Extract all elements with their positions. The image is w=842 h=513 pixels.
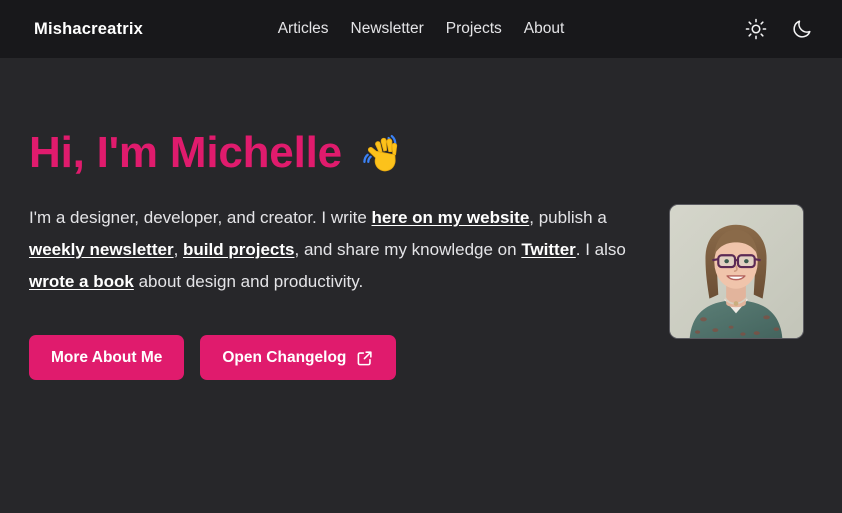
page-main: Hi, I'm Michelle I'm a designer, develop…	[0, 128, 842, 381]
intro-text-2: , publish a	[529, 208, 607, 228]
intro-text-5: . I also	[575, 240, 626, 260]
theme-toggle-group	[744, 17, 814, 41]
sun-icon	[745, 18, 767, 40]
hero-row: I'm a designer, developer, and creator. …	[29, 202, 814, 381]
avatar	[669, 204, 804, 340]
link-here-on-my-website[interactable]: here on my website	[372, 208, 530, 227]
nav-link-articles[interactable]: Articles	[278, 20, 329, 38]
nav-link-newsletter[interactable]: Newsletter	[351, 20, 424, 38]
page-title: Hi, I'm Michelle	[29, 128, 814, 177]
hero-actions: More About Me Open Changelog	[29, 335, 629, 381]
more-about-me-label: More About Me	[51, 348, 163, 366]
more-about-me-button[interactable]: More About Me	[29, 335, 185, 381]
site-logo[interactable]: Mishacreatrix	[34, 20, 143, 39]
hero-copy: I'm a designer, developer, and creator. …	[29, 202, 629, 381]
nav-link-projects[interactable]: Projects	[446, 20, 502, 38]
dark-mode-toggle[interactable]	[790, 17, 814, 41]
intro-text-4: , and share my knowledge on	[294, 240, 522, 260]
external-link-icon	[356, 349, 374, 367]
intro-text-6: about design and productivity.	[133, 272, 364, 292]
open-changelog-label: Open Changelog	[222, 348, 347, 366]
nav-link-about[interactable]: About	[524, 20, 565, 38]
link-build-projects[interactable]: build projects	[183, 240, 294, 259]
intro-text-1: I'm a designer, developer, and creator. …	[29, 208, 372, 228]
intro-paragraph: I'm a designer, developer, and creator. …	[29, 202, 629, 298]
waving-hand-emoji	[358, 130, 404, 176]
intro-text-3: ,	[173, 240, 184, 260]
hero-heading: Hi, I'm Michelle	[29, 128, 342, 177]
open-changelog-button[interactable]: Open Changelog	[200, 335, 397, 381]
link-weekly-newsletter[interactable]: weekly newsletter	[29, 240, 174, 259]
light-mode-toggle[interactable]	[744, 17, 768, 41]
moon-icon	[791, 18, 813, 40]
site-header: Mishacreatrix Articles Newsletter Projec…	[0, 0, 842, 58]
main-nav: Articles Newsletter Projects About	[278, 20, 565, 38]
link-twitter[interactable]: Twitter	[521, 240, 575, 259]
link-wrote-a-book[interactable]: wrote a book	[29, 272, 134, 291]
